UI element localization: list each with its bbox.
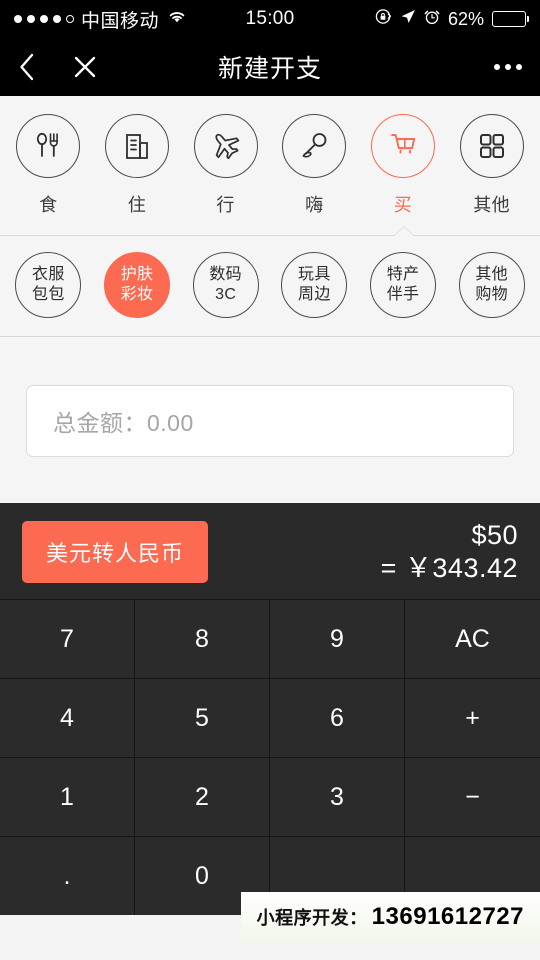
key-2[interactable]: 2 bbox=[135, 757, 270, 836]
key-1[interactable]: 1 bbox=[0, 757, 135, 836]
category-tab-label: 其他 bbox=[473, 195, 511, 215]
promo-banner-label: 小程序开发： bbox=[256, 908, 368, 928]
subcategory-label-line2: 伴手 bbox=[386, 286, 420, 303]
calculator-panel: 美元转人民币 $50 = ￥343.42 7 8 9 AC 4 5 6 + 1 … bbox=[0, 503, 540, 915]
conversion-source-amount: $50 bbox=[471, 520, 518, 551]
promo-banner-phone: 13691612727 bbox=[371, 903, 524, 930]
key-5[interactable]: 5 bbox=[135, 678, 270, 757]
subcategory-label-line1: 护肤 bbox=[120, 266, 154, 284]
battery-icon bbox=[492, 11, 529, 27]
category-divider bbox=[0, 227, 540, 236]
subcategory-specialty-gifts[interactable]: 特产 伴手 bbox=[359, 252, 448, 318]
promo-banner: 小程序开发： 13691612727 bbox=[240, 892, 540, 942]
subcategory-other-shopping[interactable]: 其他 购物 bbox=[447, 252, 536, 318]
subcategory-clothes-bags[interactable]: 衣服 包包 bbox=[4, 252, 93, 318]
rotation-lock-icon bbox=[375, 8, 392, 30]
spoon-fork-icon bbox=[16, 114, 81, 178]
category-tab-travel[interactable]: 行 bbox=[181, 114, 270, 217]
more-options-button[interactable] bbox=[494, 64, 522, 70]
navigation-bar: 新建开支 bbox=[0, 38, 540, 96]
location-arrow-icon bbox=[400, 9, 416, 30]
category-tab-label: 行 bbox=[216, 195, 235, 215]
subcategory-label-line1: 其他 bbox=[475, 266, 508, 284]
subcategory-label-line2: 周边 bbox=[298, 286, 331, 303]
subcategory-label-line2: 彩妆 bbox=[120, 286, 154, 303]
key-9[interactable]: 9 bbox=[270, 599, 405, 678]
app-screen: 中国移动 15:00 62% 新建开支 食 住 行 嗨 买 其他 衣服 包包 护… bbox=[0, 0, 540, 960]
conversion-result-amount: = ￥343.42 bbox=[380, 553, 518, 583]
subcategory-label-line1: 数码 bbox=[209, 266, 242, 284]
back-button[interactable] bbox=[18, 52, 36, 82]
key-minus[interactable]: − bbox=[405, 757, 540, 836]
battery-percent-label: 62% bbox=[447, 8, 484, 29]
key-6[interactable]: 6 bbox=[270, 678, 405, 757]
usd-to-cny-button[interactable]: 美元转人民币 bbox=[22, 521, 209, 583]
shopping-cart-icon bbox=[371, 114, 436, 178]
category-tab-label: 住 bbox=[127, 195, 147, 215]
status-bar-right: 62% bbox=[375, 8, 529, 30]
numeric-keypad: 7 8 9 AC 4 5 6 + 1 2 3 − . 0 bbox=[0, 599, 540, 915]
subcategory-label-line1: 衣服 bbox=[32, 266, 65, 284]
subcategory-skincare-makeup[interactable]: 护肤 彩妆 bbox=[93, 252, 182, 318]
main-content: 食 住 行 嗨 买 其他 衣服 包包 护肤 彩妆 数码 3C 玩具 周边 特产 … bbox=[0, 96, 540, 503]
microphone-icon bbox=[282, 114, 347, 178]
building-icon bbox=[105, 114, 169, 178]
category-tab-fun[interactable]: 嗨 bbox=[270, 114, 359, 217]
category-tab-food[interactable]: 食 bbox=[4, 114, 93, 217]
active-tab-caret-icon bbox=[394, 227, 414, 236]
subcategory-label-line1: 玩具 bbox=[298, 266, 331, 284]
category-tab-shopping[interactable]: 买 bbox=[359, 114, 448, 217]
key-8[interactable]: 8 bbox=[135, 599, 270, 678]
subcategory-list: 衣服 包包 护肤 彩妆 数码 3C 玩具 周边 特产 伴手 其他 购物 bbox=[0, 236, 540, 336]
subcategory-label-line2: 购物 bbox=[475, 286, 508, 303]
subcategory-toys[interactable]: 玩具 周边 bbox=[270, 252, 359, 318]
conversion-result: $50 = ￥343.42 bbox=[381, 519, 518, 585]
airplane-icon bbox=[193, 114, 258, 178]
subcategory-label-line2: 包包 bbox=[32, 286, 65, 303]
category-tab-label: 嗨 bbox=[305, 195, 324, 215]
key-decimal[interactable]: . bbox=[0, 836, 135, 915]
grid-icon bbox=[459, 114, 524, 178]
subcategory-label-line1: 特产 bbox=[386, 266, 420, 284]
category-tab-label: 买 bbox=[393, 195, 413, 215]
total-amount-input[interactable]: 总金额：0.00 bbox=[26, 385, 514, 457]
alarm-clock-icon bbox=[424, 9, 440, 30]
subcategory-label-line2: 3C bbox=[215, 286, 237, 303]
total-amount-placeholder: 总金额：0.00 bbox=[53, 410, 194, 436]
category-tab-other[interactable]: 其他 bbox=[447, 114, 536, 217]
close-button[interactable] bbox=[72, 54, 98, 80]
key-3[interactable]: 3 bbox=[270, 757, 405, 836]
currency-converter-row: 美元转人民币 $50 = ￥343.42 bbox=[0, 503, 540, 599]
category-tab-lodging[interactable]: 住 bbox=[93, 114, 182, 217]
key-ac[interactable]: AC bbox=[405, 599, 540, 678]
key-7[interactable]: 7 bbox=[0, 599, 135, 678]
status-bar: 中国移动 15:00 62% bbox=[0, 0, 540, 38]
category-tabs: 食 住 行 嗨 买 其他 bbox=[0, 96, 540, 225]
amount-section: 总金额：0.00 bbox=[0, 337, 540, 503]
key-plus[interactable]: + bbox=[405, 678, 540, 757]
category-tab-label: 食 bbox=[39, 195, 58, 215]
subcategory-digital-3c[interactable]: 数码 3C bbox=[181, 252, 270, 318]
key-4[interactable]: 4 bbox=[0, 678, 135, 757]
